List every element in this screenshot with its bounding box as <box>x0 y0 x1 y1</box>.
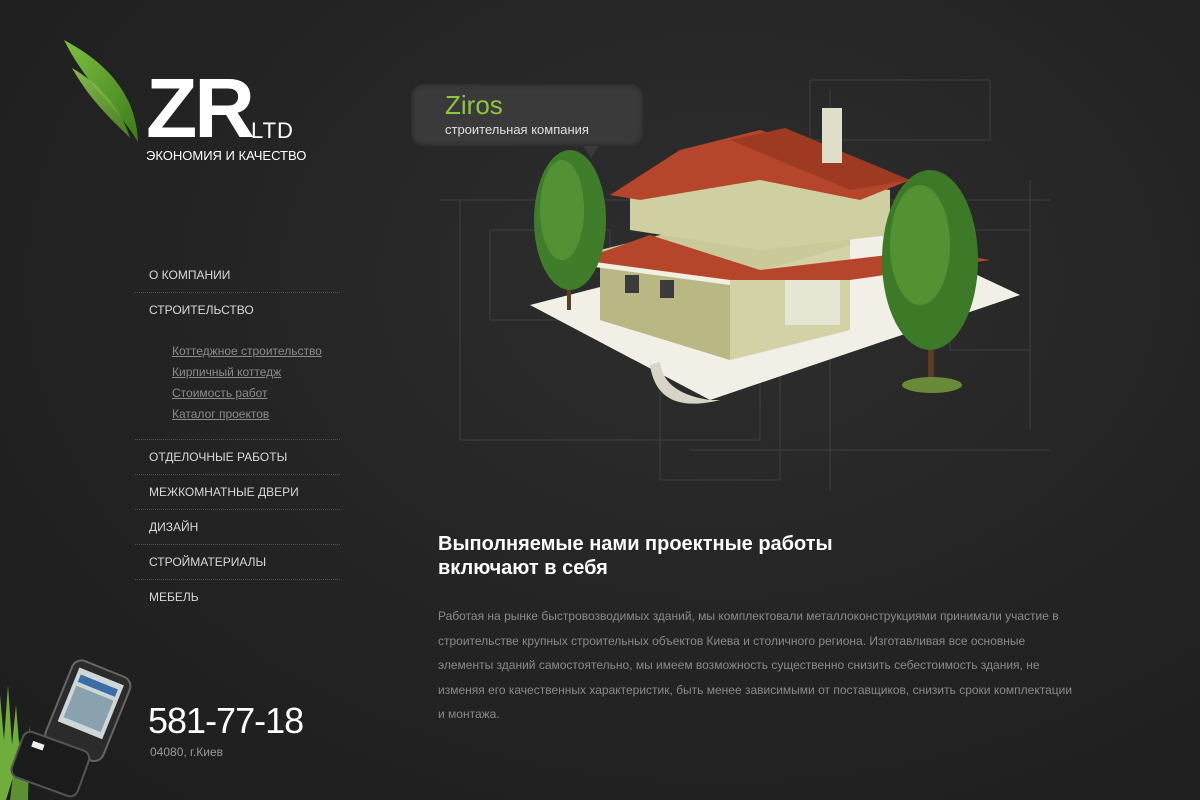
nav-item-building-materials[interactable]: СТРОЙМАТЕРИАЛЫ <box>135 545 340 580</box>
logo-tagline: ЭКОНОМИЯ И КАЧЕСТВО <box>146 148 307 163</box>
content-body: Работая на рынке быстровозводимых зданий… <box>438 609 1073 721</box>
content-heading-line1: Выполняемые нами проектные работы <box>438 533 833 555</box>
tree-right <box>882 170 978 393</box>
phone-number: 581-77-18 <box>148 700 304 741</box>
mobile-phone-illustration <box>0 659 132 800</box>
logo[interactable]: ZR LTD ЭКОНОМИЯ И КАЧЕСТВО <box>58 38 318 168</box>
nav-item-construction[interactable]: СТРОИТЕЛЬСТВО <box>135 293 340 327</box>
nav-item-about[interactable]: О КОМПАНИИ <box>135 258 340 293</box>
subnav-item-cottage-construction[interactable]: Коттеджное строительство <box>172 341 340 362</box>
main-nav: О КОМПАНИИ СТРОИТЕЛЬСТВО Коттеджное стро… <box>135 258 340 614</box>
subnav-item-project-catalog[interactable]: Каталог проектов <box>172 404 340 425</box>
nav-item-furniture[interactable]: МЕБЕЛЬ <box>135 580 340 614</box>
content-heading: Выполняемые нами проектные работы включа… <box>438 532 858 580</box>
nav-item-finishing[interactable]: ОТДЕЛОЧНЫЕ РАБОТЫ <box>135 440 340 475</box>
address: 04080, г.Киев <box>150 745 224 759</box>
content-heading-line2: включают в себя <box>438 557 608 579</box>
logo-suffix: LTD <box>251 118 294 143</box>
bubble-subtitle: строительная компания <box>445 122 589 137</box>
nav-item-interior-doors[interactable]: МЕЖКОМНАТНЫЕ ДВЕРИ <box>135 475 340 510</box>
tree-left <box>534 150 606 310</box>
company-bubble: Ziros строительная компания <box>411 84 643 158</box>
nav-submenu-construction: Коттеджное строительство Кирпичный котте… <box>135 327 340 440</box>
nav-item-design[interactable]: ДИЗАЙН <box>135 510 340 545</box>
leaf-icon <box>64 40 138 142</box>
logo-mark: ZR <box>146 61 255 155</box>
subnav-item-brick-cottage[interactable]: Кирпичный коттедж <box>172 362 340 383</box>
subnav-item-work-cost[interactable]: Стоимость работ <box>172 383 340 404</box>
bubble-title: Ziros <box>445 90 503 120</box>
